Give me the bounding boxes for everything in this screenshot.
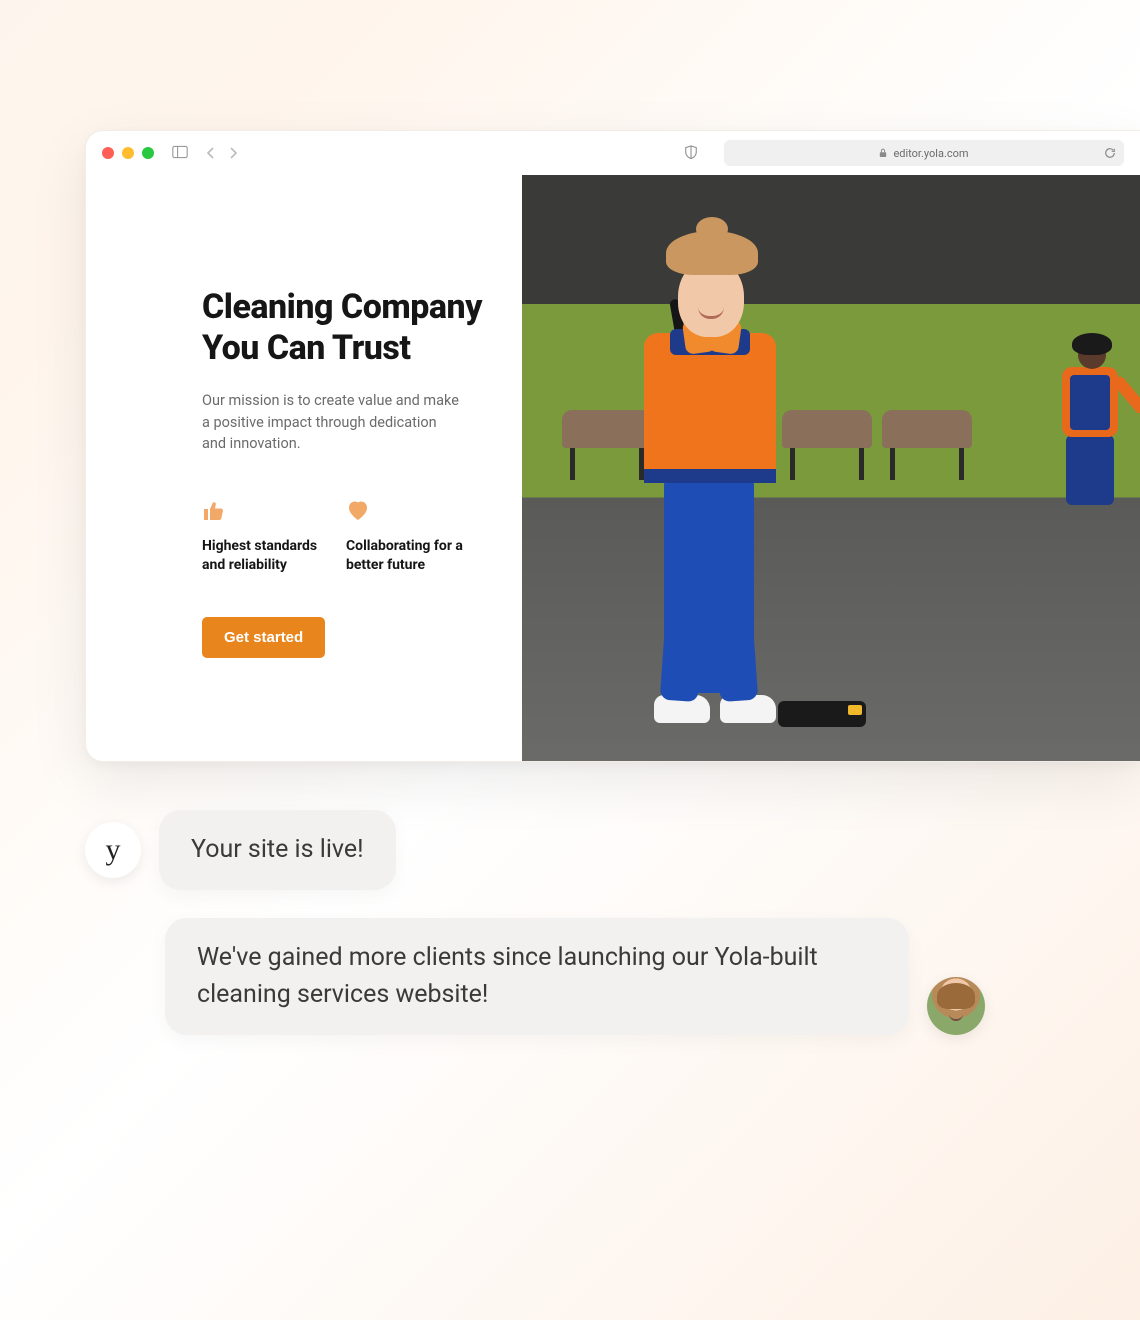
chat-bubble-system: Your site is live!	[159, 810, 396, 890]
foreground-worker	[592, 193, 812, 753]
reload-icon[interactable]	[1104, 144, 1116, 163]
chair-icon	[882, 410, 972, 480]
get-started-button[interactable]: Get started	[202, 617, 325, 658]
feature-label: Highest standards and reliability	[202, 537, 322, 575]
url-text: editor.yola.com	[893, 147, 968, 160]
privacy-shield-icon[interactable]	[684, 144, 698, 163]
forward-button[interactable]	[228, 144, 238, 163]
lock-icon	[879, 148, 887, 158]
heart-icon	[346, 499, 466, 521]
hero-title: Cleaning Company You Can Trust	[202, 287, 482, 370]
browser-window: editor.yola.com Cleaning Company You Can…	[85, 130, 1140, 762]
hero-image	[522, 175, 1140, 761]
feature-collaboration: Collaborating for a better future	[346, 499, 466, 575]
feature-row: Highest standards and reliability Collab…	[202, 499, 482, 575]
chat-row-user: We've gained more clients since launchin…	[165, 918, 985, 1035]
maximize-window-button[interactable]	[142, 147, 154, 159]
hero-text-pane: Cleaning Company You Can Trust Our missi…	[86, 175, 522, 761]
feature-label: Collaborating for a better future	[346, 537, 466, 575]
thumbs-up-icon	[202, 499, 322, 521]
brand-glyph: y	[106, 833, 121, 867]
brand-avatar: y	[85, 822, 141, 878]
browser-toolbar: editor.yola.com	[86, 131, 1140, 175]
hero-subtitle: Our mission is to create value and make …	[202, 390, 462, 455]
address-bar[interactable]: editor.yola.com	[724, 140, 1124, 166]
chat-bubble-user: We've gained more clients since launchin…	[165, 918, 909, 1035]
back-button[interactable]	[206, 144, 216, 163]
chat-area: y Your site is live! We've gained more c…	[85, 810, 985, 1063]
minimize-window-button[interactable]	[122, 147, 134, 159]
user-avatar	[927, 977, 985, 1035]
hero-scene	[522, 175, 1140, 761]
close-window-button[interactable]	[102, 147, 114, 159]
window-controls	[102, 147, 154, 159]
sidebar-toggle-icon[interactable]	[172, 144, 188, 163]
page-content: Cleaning Company You Can Trust Our missi…	[86, 175, 1140, 761]
chat-row-system: y Your site is live!	[85, 810, 985, 890]
feature-standards: Highest standards and reliability	[202, 499, 322, 575]
nav-arrows	[206, 144, 238, 163]
background-worker	[1050, 327, 1130, 527]
